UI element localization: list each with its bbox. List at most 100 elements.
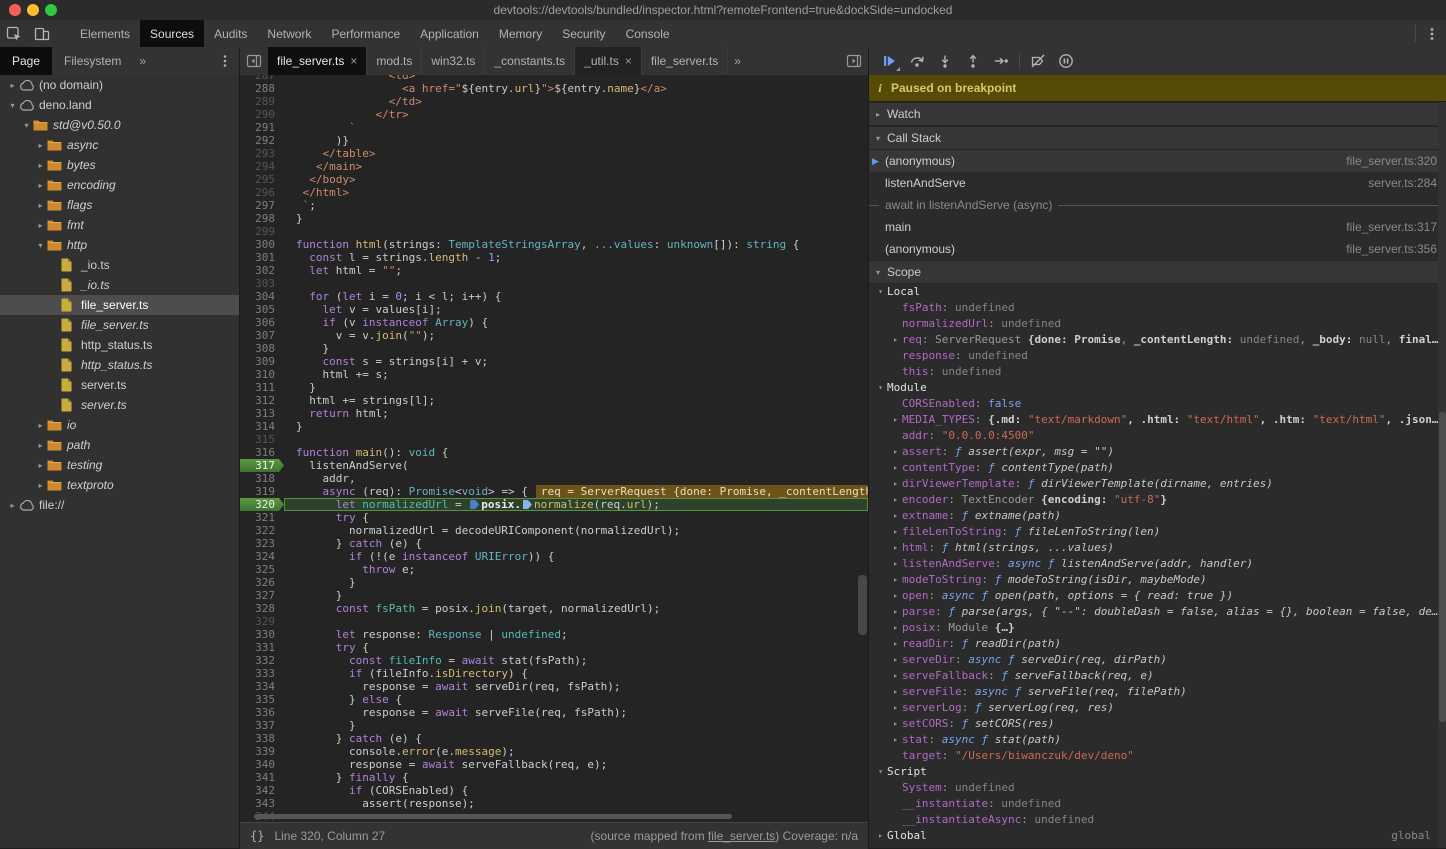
line-number[interactable]: 318 <box>240 472 284 485</box>
scope-variable-setCORS[interactable]: ▸setCORS: ƒ setCORS(res) <box>869 716 1446 732</box>
main-tab-security[interactable]: Security <box>552 20 615 47</box>
editor-vertical-scrollbar[interactable] <box>858 575 867 635</box>
navigator-menu-kebab-icon[interactable] <box>211 47 239 75</box>
navigator-more-tabs-chevron[interactable]: » <box>133 47 152 75</box>
resume-script-execution-button[interactable] <box>875 48 903 74</box>
scope-variable-parse[interactable]: ▸parse: ƒ parse(args, { "--": doubleDash… <box>869 604 1446 620</box>
collapsed-triangle-icon[interactable]: ▸ <box>6 81 19 90</box>
tree-item-http_status.ts[interactable]: http_status.ts <box>0 355 239 375</box>
scope-variable-serveFallback[interactable]: ▸serveFallback: ƒ serveFallback(req, e) <box>869 668 1446 684</box>
line-number[interactable]: 323 <box>240 537 284 550</box>
call-stack-frame-main[interactable]: mainfile_server.ts:317 <box>869 216 1446 238</box>
tree-item-_io.ts[interactable]: _io.ts <box>0 255 239 275</box>
main-tab-console[interactable]: Console <box>616 20 680 47</box>
inline-breakpoint-marker-icon[interactable] <box>470 500 479 509</box>
line-number[interactable]: 341 <box>240 771 284 784</box>
tree-item-flags[interactable]: ▸flags <box>0 195 239 215</box>
line-number[interactable]: 296 <box>240 186 284 199</box>
toggle-debugger-sidebar-icon[interactable] <box>840 47 868 75</box>
line-number[interactable]: 326 <box>240 576 284 589</box>
line-number[interactable]: 300 <box>240 238 284 251</box>
line-number[interactable]: 329 <box>240 615 284 628</box>
editor-horizontal-scrollbar[interactable] <box>254 814 732 819</box>
tree-item-textproto[interactable]: ▸textproto <box>0 475 239 495</box>
scope-variable-readDir[interactable]: ▸readDir: ƒ readDir(path) <box>869 636 1446 652</box>
scope-section-header[interactable]: ▾ Scope <box>869 260 1446 284</box>
line-number[interactable]: 330 <box>240 628 284 641</box>
main-tab-elements[interactable]: Elements <box>70 20 140 47</box>
editor-tab-file_server.ts[interactable]: file_server.ts× <box>268 47 367 75</box>
tree-item-std@v0.50.0[interactable]: ▾std@v0.50.0 <box>0 115 239 135</box>
line-number[interactable]: 291 <box>240 121 284 134</box>
collapsed-triangle-icon[interactable]: ▸ <box>889 588 902 604</box>
expanded-triangle-icon[interactable]: ▾ <box>874 764 887 780</box>
editor-tab-file_server.ts[interactable]: file_server.ts <box>642 47 728 75</box>
line-number[interactable]: 307 <box>240 329 284 342</box>
tree-item-nodomain[interactable]: ▸(no domain) <box>0 75 239 95</box>
line-number[interactable]: 338 <box>240 732 284 745</box>
breakpoint-line-number[interactable]: 317 <box>240 459 284 472</box>
line-number[interactable]: 310 <box>240 368 284 381</box>
close-tab-icon[interactable]: × <box>625 54 632 68</box>
line-number[interactable]: 299 <box>240 225 284 238</box>
line-number[interactable]: 333 <box>240 667 284 680</box>
collapsed-triangle-icon[interactable]: ▸ <box>889 460 902 476</box>
collapsed-triangle-icon[interactable]: ▸ <box>889 620 902 636</box>
collapsed-triangle-icon[interactable]: ▸ <box>889 444 902 460</box>
main-tab-audits[interactable]: Audits <box>204 20 257 47</box>
line-number[interactable]: 328 <box>240 602 284 615</box>
line-number[interactable]: 319 <box>240 485 284 498</box>
scope-section-Module[interactable]: ▾Module <box>869 380 1446 396</box>
main-tab-network[interactable]: Network <box>257 20 321 47</box>
tree-item-http_status.ts[interactable]: http_status.ts <box>0 335 239 355</box>
editor-tab-win32.ts[interactable]: win32.ts <box>422 47 485 75</box>
collapsed-triangle-icon[interactable]: ▸ <box>34 161 47 170</box>
toggle-navigator-icon[interactable] <box>240 47 268 75</box>
expanded-triangle-icon[interactable]: ▾ <box>6 101 19 110</box>
tree-item-file[interactable]: ▸file:// <box>0 495 239 515</box>
scope-variable-assert[interactable]: ▸assert: ƒ assert(expr, msg = "") <box>869 444 1446 460</box>
collapsed-triangle-icon[interactable]: ▸ <box>34 481 47 490</box>
collapsed-triangle-icon[interactable]: ▸ <box>34 461 47 470</box>
line-number[interactable]: 315 <box>240 433 284 446</box>
inline-breakpoint-marker-icon[interactable] <box>523 500 532 509</box>
line-number[interactable]: 325 <box>240 563 284 576</box>
scope-variable-html[interactable]: ▸html: ƒ html(strings, ...values) <box>869 540 1446 556</box>
pause-on-exceptions-button[interactable] <box>1052 48 1080 74</box>
collapsed-triangle-icon[interactable]: ▸ <box>889 668 902 684</box>
call-stack-frame-anonymous[interactable]: ▶(anonymous)file_server.ts:320 <box>869 150 1446 172</box>
line-number[interactable]: 292 <box>240 134 284 147</box>
line-number[interactable]: 290 <box>240 108 284 121</box>
line-number[interactable]: 340 <box>240 758 284 771</box>
main-tab-application[interactable]: Application <box>410 20 489 47</box>
scope-variable-req[interactable]: ▸req: ServerRequest {done: Promise, _con… <box>869 332 1446 348</box>
deactivate-breakpoints-button[interactable] <box>1024 48 1052 74</box>
line-number[interactable]: 313 <box>240 407 284 420</box>
main-tab-sources[interactable]: Sources <box>140 20 204 47</box>
line-number[interactable]: 331 <box>240 641 284 654</box>
line-number[interactable]: 293 <box>240 147 284 160</box>
line-number[interactable]: 337 <box>240 719 284 732</box>
step-into-button[interactable] <box>931 48 959 74</box>
scope-section-Script[interactable]: ▾Script <box>869 764 1446 780</box>
collapsed-triangle-icon[interactable]: ▸ <box>6 501 19 510</box>
line-number[interactable]: 316 <box>240 446 284 459</box>
line-number[interactable]: 303 <box>240 277 284 290</box>
collapsed-triangle-icon[interactable]: ▸ <box>889 652 902 668</box>
scope-section-Global[interactable]: ▸Globalglobal <box>869 828 1446 844</box>
scope-variable-open[interactable]: ▸open: async ƒ open(path, options = { re… <box>869 588 1446 604</box>
tree-item-io[interactable]: ▸io <box>0 415 239 435</box>
line-number[interactable]: 301 <box>240 251 284 264</box>
collapsed-triangle-icon[interactable]: ▸ <box>889 684 902 700</box>
scope-variable-extname[interactable]: ▸extname: ƒ extname(path) <box>869 508 1446 524</box>
line-number[interactable]: 332 <box>240 654 284 667</box>
tree-item-testing[interactable]: ▸testing <box>0 455 239 475</box>
collapsed-triangle-icon[interactable]: ▸ <box>889 556 902 572</box>
source-map-link[interactable]: file_server.ts <box>708 829 775 843</box>
watch-section-header[interactable]: ▸ Watch <box>869 102 1446 126</box>
line-number[interactable]: 302 <box>240 264 284 277</box>
line-number[interactable]: 297 <box>240 199 284 212</box>
collapsed-triangle-icon[interactable]: ▸ <box>889 732 902 748</box>
tree-item-http[interactable]: ▾http <box>0 235 239 255</box>
collapsed-triangle-icon[interactable]: ▸ <box>889 332 902 348</box>
